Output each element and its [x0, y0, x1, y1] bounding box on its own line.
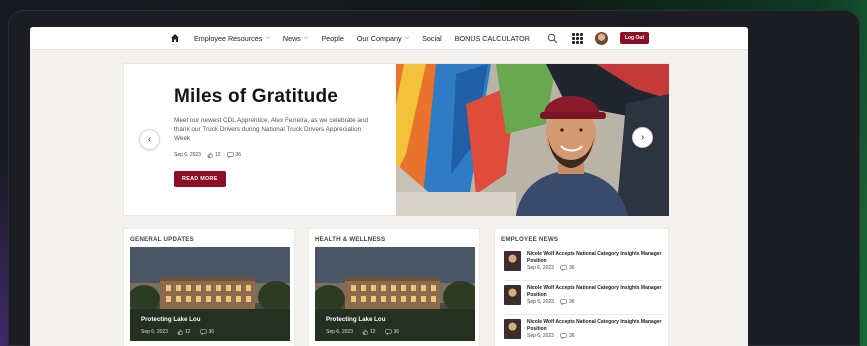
- nav-label: BONUS CALCULATOR: [454, 33, 530, 43]
- like-count[interactable]: 12: [207, 152, 221, 158]
- news-title: Nicole Wolf Accepts National Category In…: [527, 319, 662, 332]
- news-item[interactable]: Nicole Wolf Accepts National Category In…: [504, 251, 664, 281]
- card-date: Sep 6, 2023: [326, 329, 353, 335]
- comment-count-value: 36: [568, 265, 575, 272]
- comment-icon: [226, 151, 234, 158]
- news-item[interactable]: Nicole Wolf Accepts National Category In…: [504, 285, 664, 315]
- news-date: Sep 6, 2023: [527, 333, 554, 340]
- like-count-value: 12: [184, 329, 191, 335]
- comment-count[interactable]: 36: [226, 151, 242, 158]
- card-date: Sep 6, 2023: [141, 329, 168, 335]
- carousel-prev-button[interactable]: ‹: [139, 129, 160, 150]
- nav-item-social[interactable]: Social: [422, 34, 442, 43]
- chevron-down-icon: ⌵: [303, 34, 309, 41]
- thumbs-up-icon: [207, 152, 213, 158]
- nav-item-employee-resources[interactable]: Employee Resources ⌵: [194, 34, 270, 43]
- news-date: Sep 6, 2023: [527, 265, 554, 272]
- chevron-down-icon: ⌵: [265, 34, 270, 41]
- news-thumbnail: [504, 319, 521, 339]
- like-count-value: 12: [369, 329, 376, 335]
- news-title: Nicole Wolf Accepts National Category In…: [527, 251, 662, 264]
- hero-meta: Sep 6, 2023 12 36: [174, 152, 374, 158]
- news-meta: Sep 6, 2023 36: [527, 299, 664, 306]
- health-wellness-card: HEALTH & WELLNESS Protecting Lake Lou Se…: [308, 228, 480, 346]
- card-image[interactable]: Protecting Lake Lou Sep 6, 2023 12 36: [130, 247, 290, 341]
- card-heading: EMPLOYEE NEWS: [501, 236, 559, 243]
- hero-carousel: ‹ Miles of Gratitude Meet our newest CDL…: [123, 63, 669, 216]
- general-updates-card: GENERAL UPDATES Protecting Lake Lou Sep …: [123, 228, 295, 346]
- comment-count-value: 36: [235, 151, 242, 158]
- card-meta: Sep 6, 2023 12 36: [141, 329, 223, 335]
- chevron-right-icon: ›: [640, 132, 645, 143]
- logout-button[interactable]: Log Out: [619, 32, 650, 44]
- nav-label: News: [282, 33, 301, 43]
- employee-news-card: EMPLOYEE NEWS Nicole Wolf Accepts Nation…: [494, 228, 669, 346]
- card-image[interactable]: Protecting Lake Lou Sep 6, 2023 12 36: [315, 247, 475, 341]
- nav-item-bonus-calculator[interactable]: BONUS CALCULATOR: [455, 34, 530, 43]
- hero-description: Meet our newest CDL Apprentice, Alex Fer…: [174, 117, 369, 143]
- news-meta: Sep 6, 2023 36: [527, 265, 664, 272]
- nav-item-people[interactable]: People: [321, 34, 343, 43]
- comment-icon: [384, 329, 392, 335]
- nav-item-news[interactable]: News ⌵: [283, 34, 309, 43]
- like-count-value: 12: [214, 151, 221, 158]
- comment-count-value: 36: [568, 333, 575, 340]
- chevron-left-icon: ‹: [147, 134, 152, 145]
- nav-label: Social: [422, 33, 442, 43]
- browser-screen: Employee Resources ⌵ News ⌵ People Our Com…: [30, 27, 748, 346]
- comment-icon: [560, 333, 567, 340]
- card-meta: Sep 6, 2023 12 36: [326, 329, 408, 335]
- nav-label: People: [321, 33, 344, 43]
- nav-label: Our Company: [356, 33, 402, 43]
- chevron-down-icon: ⌵: [404, 34, 410, 41]
- comment-count-value: 36: [208, 329, 215, 335]
- home-icon[interactable]: [170, 33, 180, 43]
- thumbs-up-icon: [177, 329, 183, 335]
- read-more-button[interactable]: READ MORE: [174, 170, 226, 187]
- nav-item-our-company[interactable]: Our Company ⌵: [357, 34, 409, 43]
- news-thumbnail: [504, 285, 521, 305]
- comment-count[interactable]: 36: [384, 329, 400, 335]
- card-heading: GENERAL UPDATES: [130, 236, 194, 243]
- card-heading: HEALTH & WELLNESS: [315, 236, 386, 243]
- top-nav: Employee Resources ⌵ News ⌵ People Our Com…: [30, 27, 748, 50]
- hero-content: Miles of Gratitude Meet our newest CDL A…: [174, 86, 374, 187]
- like-count[interactable]: 12: [177, 329, 191, 335]
- news-meta: Sep 6, 2023 36: [527, 333, 664, 340]
- hero-photo: [396, 64, 669, 216]
- news-title: Nicole Wolf Accepts National Category In…: [527, 285, 662, 298]
- card-caption: Protecting Lake Lou: [141, 316, 201, 323]
- news-thumbnail: [504, 251, 521, 271]
- card-caption: Protecting Lake Lou: [326, 316, 386, 323]
- nav-label: Employee Resources: [194, 33, 263, 43]
- hero-title: Miles of Gratitude: [174, 86, 339, 107]
- carousel-next-button[interactable]: ›: [632, 127, 653, 148]
- like-count[interactable]: 12: [362, 329, 376, 335]
- comment-icon: [560, 299, 567, 306]
- news-date: Sep 6, 2023: [527, 299, 554, 306]
- news-item[interactable]: Nicole Wolf Accepts National Category In…: [504, 319, 664, 346]
- thumbs-up-icon: [362, 329, 368, 335]
- avatar[interactable]: [594, 31, 608, 45]
- comment-count[interactable]: 36: [199, 329, 215, 335]
- comment-icon: [199, 329, 207, 335]
- search-icon[interactable]: [547, 33, 558, 44]
- hero-date: Sep 6, 2023: [174, 151, 201, 158]
- comment-icon: [560, 265, 567, 272]
- apps-grid-icon[interactable]: [571, 32, 583, 44]
- comment-count-value: 36: [568, 299, 575, 306]
- comment-count-value: 36: [393, 329, 400, 335]
